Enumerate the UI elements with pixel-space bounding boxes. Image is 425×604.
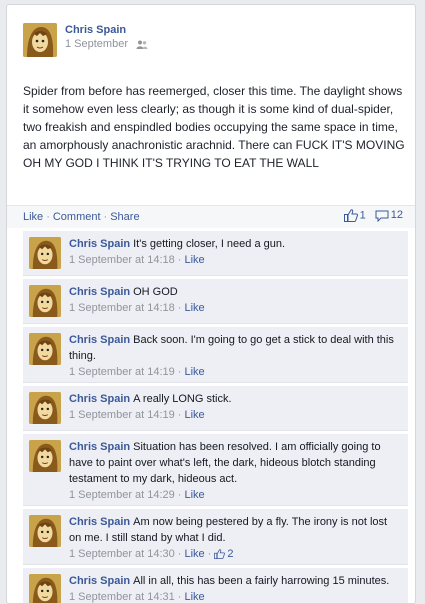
separator: · — [177, 409, 182, 421]
post-action-bar: Like · Comment · Share 1 12 — [7, 205, 415, 228]
comment-body: Chris Spain Back soon. I'm going to go ge… — [69, 332, 402, 364]
avatar[interactable] — [29, 440, 61, 472]
post-card: Chris Spain 1 September Spider from befo… — [6, 4, 416, 604]
comment-bubble-icon — [375, 210, 389, 222]
separator: · — [177, 302, 182, 314]
comment-item: Chris Spain Situation has been resolved. … — [23, 434, 408, 506]
comment-item: Chris Spain All in all, this has been a f… — [23, 568, 408, 603]
comment-timestamp[interactable]: 1 September at 14:19 — [69, 409, 175, 421]
avatar[interactable] — [29, 515, 61, 547]
comment-body: Chris Spain Am now being pestered by a fl… — [69, 514, 402, 546]
comment-text: A really LONG stick. — [133, 393, 232, 405]
post-stats: 1 12 — [338, 209, 403, 222]
comment-author-name[interactable]: Chris Spain — [69, 516, 130, 528]
comment-like-button[interactable]: Like — [184, 409, 204, 421]
comment-body: Chris Spain OH GOD — [69, 284, 402, 300]
comment-like-button[interactable]: Like — [184, 366, 204, 378]
comment-timestamp[interactable]: 1 September at 14:19 — [69, 366, 175, 378]
post-text: Spider from before has reemerged, closer… — [23, 84, 405, 170]
like-button[interactable]: Like — [23, 211, 43, 223]
comment-author-name[interactable]: Chris Spain — [69, 575, 130, 587]
friends-icon[interactable] — [136, 40, 148, 49]
separator: · — [207, 548, 212, 560]
separator: · — [103, 211, 108, 223]
comments-count: 12 — [390, 209, 403, 222]
comment-likes-count: 2 — [227, 548, 234, 560]
thumbs-up-icon — [343, 209, 358, 222]
avatar[interactable] — [29, 333, 61, 365]
comment-meta: 1 September at 14:18 · Like — [69, 254, 402, 266]
post-date: 1 September — [65, 38, 265, 50]
comment-meta: 1 September at 14:18 · Like — [69, 302, 402, 314]
comment-author-name[interactable]: Chris Spain — [69, 393, 130, 405]
separator: · — [177, 254, 182, 266]
separator: · — [177, 366, 182, 378]
comment-text: OH GOD — [133, 286, 178, 298]
comment-like-button[interactable]: Like — [184, 548, 204, 560]
avatar[interactable] — [29, 574, 61, 603]
comment-body: Chris Spain All in all, this has been a f… — [69, 573, 402, 589]
comment-timestamp[interactable]: 1 September at 14:18 — [69, 254, 175, 266]
avatar[interactable] — [29, 285, 61, 317]
comments-count-link[interactable]: 12 — [375, 209, 403, 222]
post-timestamp[interactable]: 1 September — [65, 38, 128, 50]
post-actions: Like · Comment · Share — [23, 211, 140, 223]
comment-author-name[interactable]: Chris Spain — [69, 441, 130, 453]
comment-item: Chris Spain Am now being pestered by a fl… — [23, 509, 408, 565]
comment-like-button[interactable]: Like — [184, 489, 204, 501]
comment-item: Chris Spain It's getting closer, I need a… — [23, 231, 408, 276]
post-author-name[interactable]: Chris Spain — [65, 24, 265, 36]
avatar[interactable] — [23, 23, 57, 57]
comment-author-name[interactable]: Chris Spain — [69, 334, 130, 346]
comment-meta: 1 September at 14:29 · Like — [69, 489, 402, 501]
separator: · — [177, 489, 182, 501]
comment-meta: 1 September at 14:31 · Like — [69, 591, 402, 603]
separator: · — [177, 548, 182, 560]
comment-body: Chris Spain A really LONG stick. — [69, 391, 402, 407]
comment-timestamp[interactable]: 1 September at 14:30 — [69, 548, 175, 560]
avatar[interactable] — [29, 237, 61, 269]
separator: · — [177, 591, 182, 603]
comment-item: Chris Spain Back soon. I'm going to go ge… — [23, 327, 408, 383]
comment-meta: 1 September at 14:19 · Like — [69, 366, 402, 378]
comment-meta: 1 September at 14:30 · Like · 2 — [69, 548, 402, 560]
separator: · — [46, 211, 50, 223]
comment-timestamp[interactable]: 1 September at 14:31 — [69, 591, 175, 603]
comment-button[interactable]: Comment — [53, 211, 101, 223]
comment-text: All in all, this has been a fairly harro… — [133, 575, 390, 587]
comment-like-button[interactable]: Like — [184, 254, 204, 266]
comment-body: Chris Spain It's getting closer, I need a… — [69, 236, 402, 252]
comment-text: It's getting closer, I need a gun. — [133, 238, 286, 250]
post-meta: Chris Spain 1 September — [65, 24, 265, 50]
thumbs-up-icon — [214, 549, 226, 560]
likes-count: 1 — [359, 209, 366, 222]
share-button[interactable]: Share — [110, 211, 139, 223]
comment-like-button[interactable]: Like — [184, 591, 204, 603]
comment-author-name[interactable]: Chris Spain — [69, 286, 130, 298]
likes-count-link[interactable]: 1 — [343, 209, 366, 222]
comment-item: Chris Spain OH GOD 1 September at 14:18 · Li… — [23, 279, 408, 324]
comment-like-button[interactable]: Like — [184, 302, 204, 314]
comment-author-name[interactable]: Chris Spain — [69, 238, 130, 250]
comment-likes[interactable]: 2 — [214, 548, 233, 560]
post-header: Chris Spain 1 September — [23, 23, 148, 63]
comment-item: Chris Spain A really LONG stick. 1 Septemb… — [23, 386, 408, 431]
comment-body: Chris Spain Situation has been resolved. … — [69, 439, 402, 487]
avatar[interactable] — [29, 392, 61, 424]
comment-timestamp[interactable]: 1 September at 14:29 — [69, 489, 175, 501]
comment-meta: 1 September at 14:19 · Like — [69, 409, 402, 421]
comment-timestamp[interactable]: 1 September at 14:18 — [69, 302, 175, 314]
comment-list: Chris Spain It's getting closer, I need a… — [23, 231, 408, 603]
